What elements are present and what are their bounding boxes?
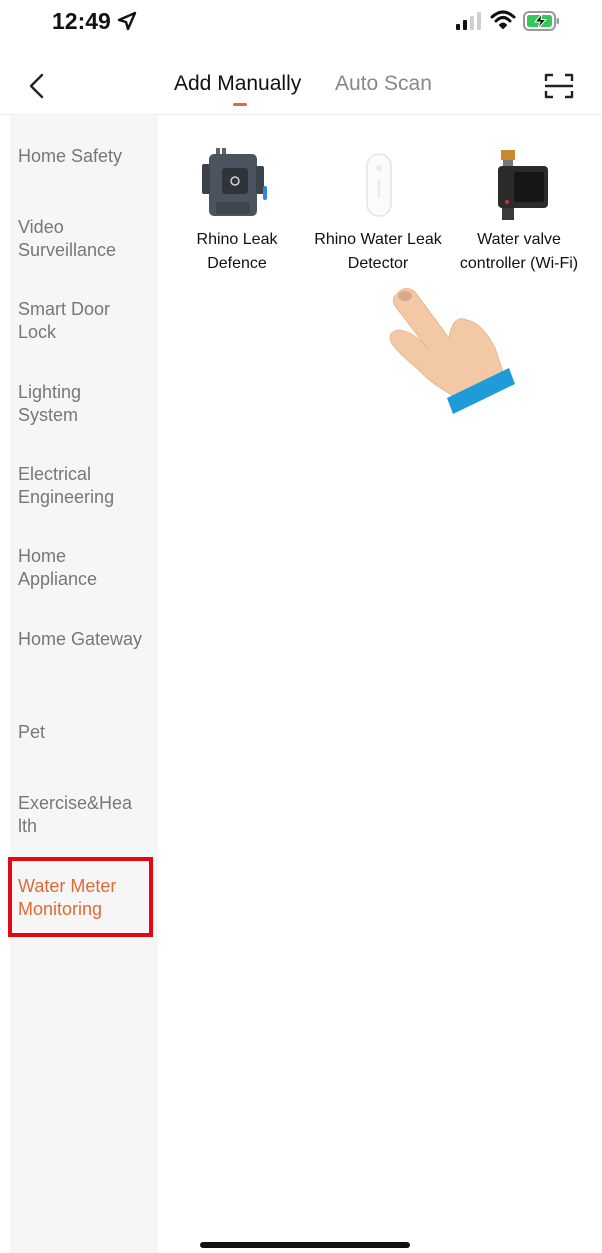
sidebar-item-home-gateway[interactable]: Home Gateway xyxy=(18,628,143,651)
nav-bar: Add Manually Auto Scan xyxy=(0,58,602,115)
device-name: Water valve controller (Wi-Fi) xyxy=(459,231,579,272)
scan-button[interactable] xyxy=(542,70,576,102)
tab-add-manually[interactable]: Add Manually xyxy=(174,72,301,96)
tab-auto-scan[interactable]: Auto Scan xyxy=(335,72,432,96)
category-sidebar xyxy=(10,115,158,1253)
device-name: Rhino Leak Defence xyxy=(196,231,278,272)
battery-charging-icon xyxy=(523,10,561,37)
sidebar-item-exercise-health[interactable]: Exercise&Health xyxy=(18,792,134,837)
sidebar-item-smart-door-lock[interactable]: Smart Door Lock xyxy=(18,298,143,343)
status-bar: 12:49 xyxy=(0,0,602,48)
location-arrow-icon xyxy=(117,11,137,36)
sidebar-item-lighting-system[interactable]: Lighting System xyxy=(18,381,143,426)
water-valve-controller-icon xyxy=(454,146,584,224)
back-button[interactable] xyxy=(24,70,52,102)
sidebar-item-home-appliance[interactable]: Home Appliance xyxy=(18,545,143,590)
sidebar-item-electrical-engineering[interactable]: Electrical Engineering xyxy=(18,463,143,508)
sidebar-item-video-surveillance[interactable]: Video Surveillance xyxy=(18,216,143,261)
scan-icon xyxy=(544,73,574,99)
device-name: Rhino Water Leak Detector xyxy=(314,231,442,272)
status-time: 12:49 xyxy=(52,8,111,34)
highlight-box xyxy=(8,857,153,937)
sidebar-item-pet[interactable]: Pet xyxy=(18,721,143,744)
leak-detector-device-icon xyxy=(313,146,443,224)
home-indicator xyxy=(200,1242,410,1248)
chevron-left-icon xyxy=(29,73,44,99)
leak-defence-device-icon xyxy=(172,146,302,224)
active-tab-indicator xyxy=(233,103,247,106)
cellular-signal-icon xyxy=(456,12,481,30)
pointing-hand-icon xyxy=(385,280,520,425)
sidebar-item-home-safety[interactable]: Home Safety xyxy=(18,145,143,168)
wifi-icon xyxy=(490,10,516,35)
